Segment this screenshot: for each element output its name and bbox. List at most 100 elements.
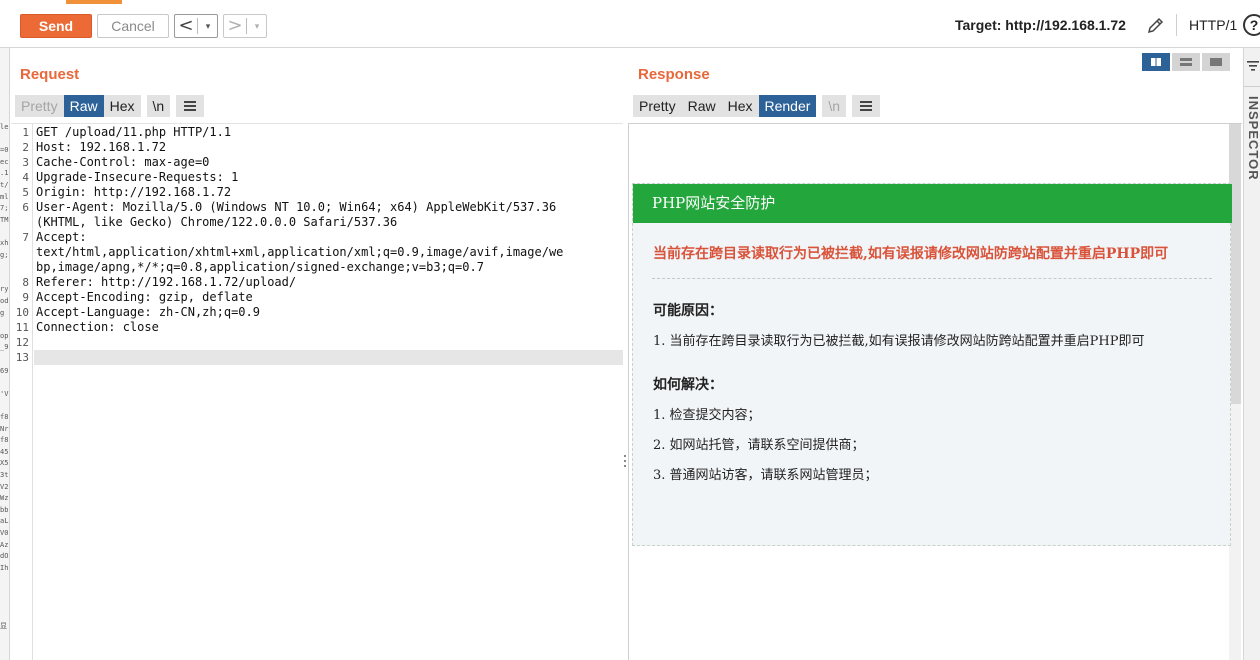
- code-line[interactable]: 8 Referer: http://192.168.1.72/upload/: [11, 275, 623, 290]
- request-title: Request: [20, 66, 80, 83]
- response-title: Response: [638, 66, 710, 83]
- pencil-icon[interactable]: [1146, 15, 1166, 35]
- code-line[interactable]: bp,image/apng,*/*;q=0.8,application/sign…: [11, 260, 623, 275]
- resp-menu-button[interactable]: [852, 95, 881, 117]
- line-number: 9: [22, 291, 29, 304]
- line-text[interactable]: Origin: http://192.168.1.72: [36, 185, 231, 200]
- request-editor[interactable]: 1 GET /upload/11.php HTTP/1.1 2 Host: 192.1…: [11, 123, 623, 660]
- truncated-text: f8: [0, 436, 9, 445]
- truncated-text: 45: [0, 447, 9, 456]
- truncated-text: xh: [0, 239, 9, 247]
- divider: [1244, 86, 1260, 87]
- resp-tab-render[interactable]: Render: [758, 95, 817, 117]
- truncated-text: 7;: [0, 204, 9, 213]
- line-number: 4: [22, 171, 29, 184]
- line-text[interactable]: Host: 192.168.1.72: [36, 140, 166, 155]
- request-panel: Request Pretty Raw Hex \n 1 GET /upload/11.p…: [11, 48, 625, 660]
- waf-header: PHP网站安全防护: [633, 184, 1232, 223]
- line-number: 11: [15, 321, 29, 334]
- truncated-text: Nr: [0, 424, 9, 433]
- line-number: 3: [22, 156, 29, 169]
- truncated-text: =0: [0, 146, 9, 155]
- truncated-text: 3t: [0, 471, 9, 479]
- code-line[interactable]: 1 GET /upload/11.php HTTP/1.1: [11, 125, 623, 140]
- truncated-text: Az: [0, 540, 9, 549]
- req-menu-button[interactable]: [176, 95, 205, 117]
- code-line[interactable]: 3 Cache-Control: max-age=0: [11, 155, 623, 170]
- line-text[interactable]: Accept-Encoding: gzip, deflate: [36, 290, 253, 305]
- code-line[interactable]: 4 Upgrade-Insecure-Requests: 1: [11, 170, 623, 185]
- code-line[interactable]: text/html,application/xhtml+xml,applicat…: [11, 245, 623, 260]
- history-back-button[interactable]: < ▾: [174, 14, 218, 38]
- send-button[interactable]: Send: [20, 14, 92, 38]
- req-tab-newline[interactable]: \n: [146, 95, 171, 117]
- req-tab-pretty[interactable]: Pretty: [15, 95, 64, 117]
- code-line[interactable]: (KHTML, like Gecko) Chrome/122.0.0.0 Saf…: [11, 215, 623, 230]
- response-view-tabs: Pretty Raw Hex Render \n: [633, 95, 881, 117]
- line-text[interactable]: Referer: http://192.168.1.72/upload/: [36, 275, 296, 290]
- line-text[interactable]: Cache-Control: max-age=0: [36, 155, 209, 170]
- resp-tab-hex[interactable]: Hex: [721, 95, 759, 117]
- truncated-text: le: [0, 123, 9, 131]
- truncated-text: g;: [0, 250, 9, 259]
- line-text[interactable]: Accept:: [36, 230, 87, 245]
- rows-icon: [1180, 58, 1192, 66]
- resp-tab-newline[interactable]: \n: [822, 95, 847, 117]
- inspector-sidebar[interactable]: INSPECTOR: [1243, 48, 1260, 660]
- cancel-button[interactable]: Cancel: [97, 14, 169, 38]
- solution-item: 1. 检查提交内容；: [653, 408, 761, 423]
- line-text[interactable]: Upgrade-Insecure-Requests: 1: [36, 170, 238, 185]
- solutions-heading: 如何解决：: [653, 377, 723, 393]
- req-tab-raw[interactable]: Raw: [63, 95, 104, 117]
- hamburger-icon: [184, 101, 197, 111]
- chevron-down-icon[interactable]: ▾: [248, 15, 266, 37]
- history-forward-button[interactable]: > ▾: [223, 14, 267, 38]
- code-line[interactable]: 12: [11, 335, 623, 350]
- truncated-text: 显: [0, 621, 7, 630]
- code-line[interactable]: 9 Accept-Encoding: gzip, deflate: [11, 290, 623, 305]
- line-text[interactable]: (KHTML, like Gecko) Chrome/122.0.0.0 Saf…: [36, 215, 397, 230]
- truncated-text: ec: [0, 157, 9, 166]
- divider: [246, 18, 247, 34]
- req-tab-hex[interactable]: Hex: [103, 95, 141, 117]
- line-text[interactable]: text/html,application/xhtml+xml,applicat…: [36, 245, 563, 260]
- code-line[interactable]: 2 Host: 192.168.1.72: [11, 140, 623, 155]
- layout-stacked-button[interactable]: [1172, 53, 1200, 71]
- resp-tab-raw[interactable]: Raw: [681, 95, 722, 117]
- truncated-text: V0: [0, 529, 9, 537]
- chevron-down-icon[interactable]: ▾: [199, 15, 217, 37]
- render-view: PHP网站安全防护 当前存在跨目录读取行为已被拦截,如有误报请修改网站防跨站配置…: [628, 123, 1242, 660]
- truncated-text: 69: [0, 366, 9, 375]
- help-icon[interactable]: ?: [1243, 14, 1260, 36]
- active-tab-indicator: [66, 0, 122, 4]
- truncated-text: .1: [0, 169, 9, 178]
- truncated-text: Ih: [0, 563, 9, 572]
- layout-side-by-side-button[interactable]: [1142, 53, 1170, 71]
- settings-lines-icon[interactable]: [1247, 60, 1259, 72]
- back-arrow-icon: <: [178, 15, 194, 36]
- resp-tab-pretty[interactable]: Pretty: [633, 95, 682, 117]
- panel-splitter-handle[interactable]: [623, 455, 627, 475]
- request-view-tabs: Pretty Raw Hex \n: [15, 95, 205, 117]
- line-number: 8: [22, 276, 29, 289]
- line-text[interactable]: User-Agent: Mozilla/5.0 (Windows NT 10.0…: [36, 200, 556, 215]
- line-text[interactable]: Connection: close: [36, 320, 159, 335]
- truncated-text: ry: [0, 285, 9, 294]
- line-text[interactable]: GET /upload/11.php HTTP/1.1: [36, 125, 231, 140]
- layout-tabs-button[interactable]: [1202, 53, 1230, 71]
- code-line[interactable]: 11 Connection: close: [11, 320, 623, 335]
- http-version-selector[interactable]: HTTP/1: [1189, 17, 1237, 33]
- code-line[interactable]: 7 Accept:: [11, 230, 623, 245]
- inspector-label[interactable]: INSPECTOR: [1244, 96, 1260, 181]
- solution-item: 3. 普通网站访客，请联系网站管理员；: [653, 468, 878, 483]
- truncated-text: _9: [0, 343, 9, 352]
- code-line[interactable]: 6 User-Agent: Mozilla/5.0 (Windows NT 10.…: [11, 200, 623, 215]
- line-text[interactable]: Accept-Language: zh-CN,zh;q=0.9: [36, 305, 260, 320]
- hamburger-icon: [860, 101, 873, 111]
- line-text[interactable]: bp,image/apng,*/*;q=0.8,application/sign…: [36, 260, 484, 275]
- request-toolbar: Send Cancel < ▾ > ▾ Target: http://192.1…: [0, 0, 1260, 48]
- layout-toggle: [1142, 53, 1230, 73]
- code-line[interactable]: 10 Accept-Language: zh-CN,zh;q=0.9: [11, 305, 623, 320]
- code-line[interactable]: 5 Origin: http://192.168.1.72: [11, 185, 623, 200]
- code-line[interactable]: 13: [11, 350, 623, 365]
